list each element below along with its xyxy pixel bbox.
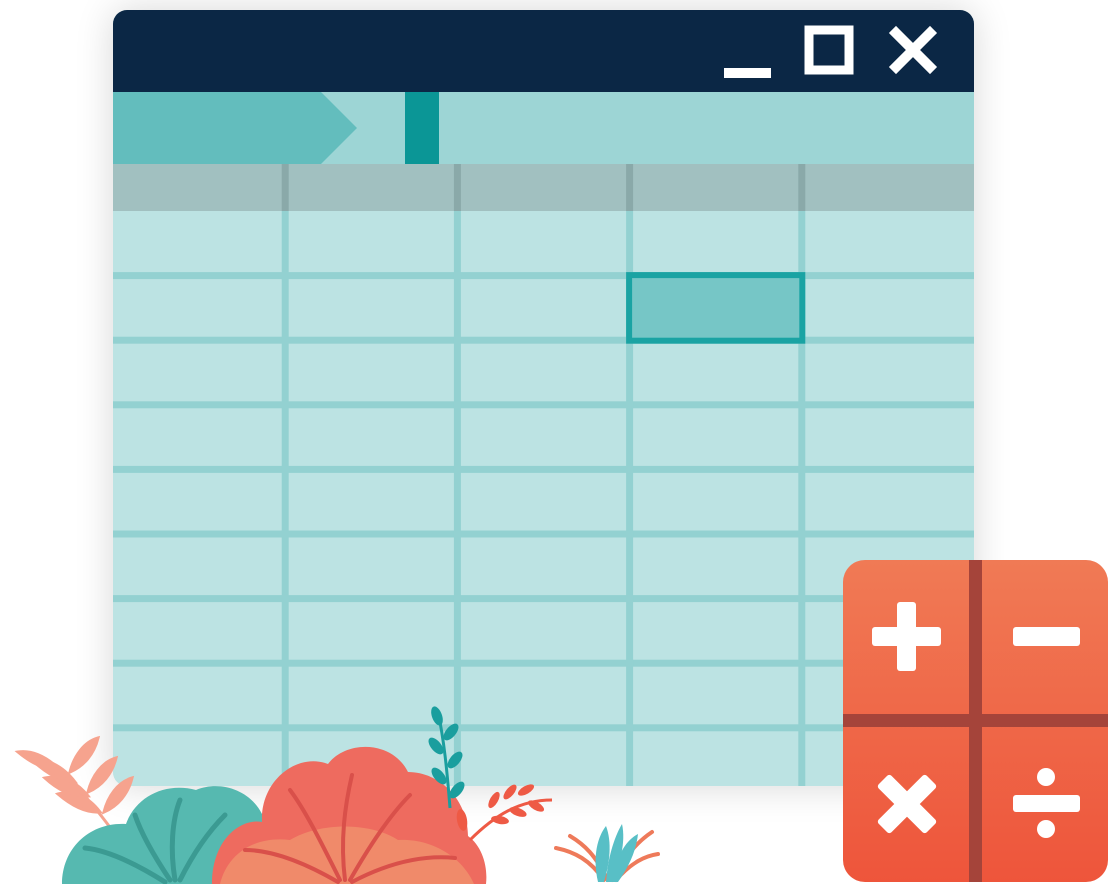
minus-icon: [1013, 627, 1080, 646]
foliage-left: [14, 706, 553, 884]
foliage-right-small: [554, 824, 660, 882]
calculator-icon: [843, 560, 1108, 882]
decoration-layer: [14, 560, 1108, 884]
